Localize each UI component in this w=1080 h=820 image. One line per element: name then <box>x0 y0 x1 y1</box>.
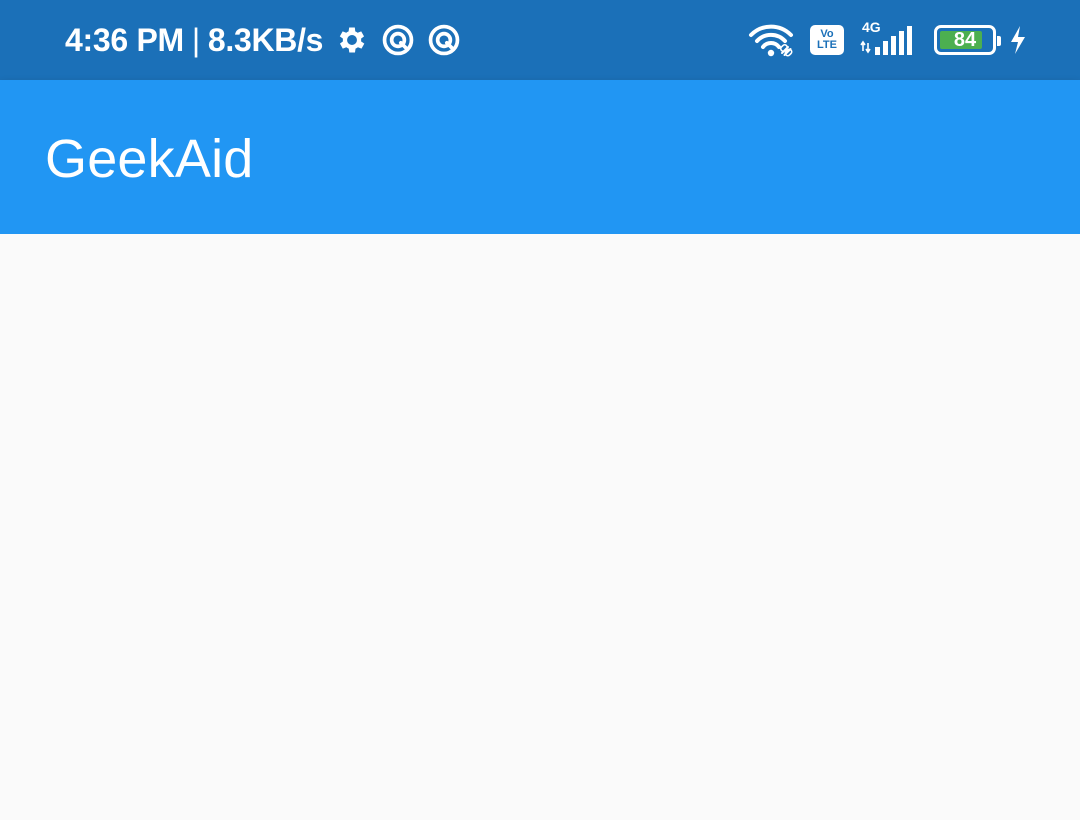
status-bar: 4:36 PM | 8.3KB/s Vo LTE 4G 84 <box>0 0 1080 80</box>
battery-nub <box>997 36 1001 46</box>
app-bar: GeekAid <box>0 80 1080 234</box>
battery-level: 84 <box>953 29 977 51</box>
status-bar-right: Vo LTE 4G 84 <box>732 0 1028 80</box>
app-title: GeekAid <box>45 129 254 189</box>
cellular-signal-icon: 4G <box>860 19 918 57</box>
charging-bolt-icon <box>1008 25 1028 55</box>
status-separator: | <box>191 21 200 58</box>
status-time: 4:36 PM <box>65 21 184 58</box>
notification-app-icon <box>427 23 461 57</box>
status-bar-left: 4:36 PM | 8.3KB/s <box>65 0 461 90</box>
notification-app-icon <box>381 23 415 57</box>
volte-bottom-label: LTE <box>817 39 837 51</box>
battery-icon: 84 <box>934 25 1001 55</box>
volte-icon: Vo LTE <box>810 25 844 55</box>
network-speed: 8.3KB/s <box>207 21 324 58</box>
gear-icon <box>335 23 369 57</box>
network-type-label: 4G <box>862 19 881 35</box>
content-area <box>0 234 1080 820</box>
wifi-icon <box>748 23 794 57</box>
